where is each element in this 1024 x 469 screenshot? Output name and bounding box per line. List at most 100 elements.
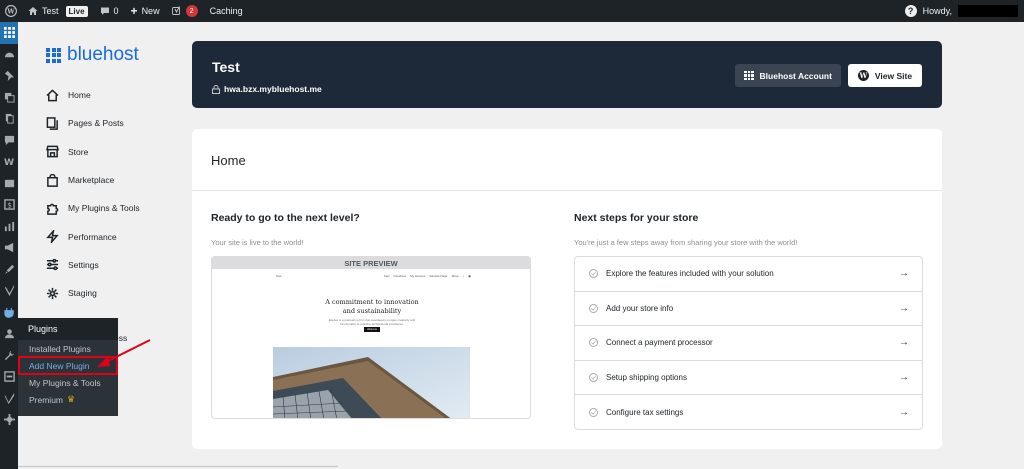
site-preview-label: SITE PREVIEW — [212, 257, 530, 269]
new-content-link[interactable]: + New — [125, 0, 166, 22]
store-icon — [46, 145, 59, 158]
payments-menu-item[interactable]: $ — [0, 194, 18, 216]
bluehost-menu-item[interactable] — [0, 22, 18, 44]
comments-link[interactable]: 0 — [94, 0, 125, 22]
dashboard-menu-item[interactable] — [0, 44, 18, 66]
help-icon[interactable]: ? — [904, 5, 917, 17]
page-title: Home — [211, 153, 246, 168]
media-menu-item[interactable] — [0, 87, 18, 109]
preview-nav-item: Sample Page — [429, 274, 448, 278]
comments-menu-item[interactable] — [0, 130, 18, 152]
flyout-installed-plugins[interactable]: Installed Plugins — [18, 340, 118, 357]
svg-text:$: $ — [7, 201, 12, 210]
nav-my-plugins-tools[interactable]: My Plugins & Tools — [46, 194, 140, 222]
woocommerce-menu-item[interactable]: W — [0, 151, 18, 173]
step-explore-features[interactable]: Explore the features included with your … — [575, 257, 922, 292]
step-label: Add your store info — [606, 303, 674, 313]
preview-nav-item: Checkout — [393, 274, 407, 278]
premium-label: Premium — [29, 394, 64, 405]
arrow-right-icon: → — [899, 372, 909, 384]
marketing-menu-item[interactable] — [0, 237, 18, 259]
next-level-title: Ready to go to the next level? — [211, 212, 360, 224]
posts-menu-item[interactable] — [0, 65, 18, 87]
arrow-right-icon: → — [899, 407, 909, 419]
view-site-label: View Site — [874, 70, 913, 81]
nav-label: Home — [68, 90, 91, 101]
comments-icon — [4, 135, 14, 145]
flyout-my-plugins-tools[interactable]: My Plugins & Tools — [18, 374, 118, 391]
yoast-count-badge: 2 — [185, 5, 198, 17]
appearance-menu-item[interactable] — [0, 259, 18, 281]
flyout-title[interactable]: Plugins — [18, 318, 118, 340]
step-add-store-info[interactable]: Add your store info → — [575, 292, 922, 327]
preview-about-button: About us — [364, 327, 380, 332]
preview-headline: A commitment to innovation and sustainab… — [212, 298, 530, 316]
payments-icon: $ — [3, 199, 15, 211]
caching-link[interactable]: Caching — [204, 0, 249, 22]
flyout-add-new-plugin[interactable]: Add New Plugin — [18, 356, 118, 375]
svg-text:W: W — [6, 7, 15, 15]
settings-icon — [3, 371, 15, 383]
extra-settings-menu-item[interactable] — [0, 409, 18, 431]
puzzle-icon — [47, 203, 59, 215]
next-level-subtitle: Your site is live to the world! — [211, 238, 304, 247]
bluehost-account-button[interactable]: Bluehost Account — [735, 64, 841, 87]
wordpress-logo-icon[interactable]: W — [0, 0, 22, 22]
step-configure-tax[interactable]: Configure tax settings → — [575, 395, 922, 430]
view-site-button[interactable]: W View Site — [848, 64, 922, 87]
bluehost-logo[interactable]: bluehost — [46, 44, 139, 66]
nav-pages-posts[interactable]: Pages & Posts — [46, 109, 140, 137]
arrow-right-icon: → — [899, 268, 909, 280]
preview-headline-line-2: and sustainability — [342, 307, 402, 315]
home-icon — [28, 7, 38, 15]
step-label: Explore the features included with your … — [606, 269, 774, 279]
staging-icon — [46, 287, 59, 299]
pin-icon — [4, 71, 14, 82]
step-setup-shipping[interactable]: Setup shipping options → — [575, 361, 922, 396]
yoast-link[interactable]: 2 — [166, 0, 204, 22]
tools-menu-item[interactable] — [0, 345, 18, 367]
products-menu-item[interactable] — [0, 173, 18, 195]
check-circle-icon — [589, 373, 598, 383]
plugins-menu-item[interactable] — [0, 302, 18, 324]
plugins-icon — [3, 307, 14, 318]
horizontal-scrollbar[interactable] — [18, 466, 338, 467]
pages-menu-item[interactable] — [0, 108, 18, 130]
nav-home[interactable]: Home — [46, 81, 140, 109]
step-label: Configure tax settings — [606, 408, 684, 418]
site-url[interactable]: hwa.bzx.mybluehost.me — [212, 84, 322, 94]
next-steps-title: Next steps for your store — [574, 212, 699, 224]
users-menu-item[interactable] — [0, 323, 18, 345]
preview-nav-item: My account — [410, 274, 426, 278]
site-url-text: hwa.bzx.mybluehost.me — [224, 84, 322, 94]
preview-nav-item: Shop — [451, 274, 459, 278]
arrow-right-icon: → — [899, 337, 909, 349]
nav-settings[interactable]: Settings — [46, 251, 140, 279]
site-name: Test — [42, 6, 59, 16]
step-connect-payment[interactable]: Connect a payment processor → — [575, 326, 922, 361]
analytics-menu-item[interactable] — [0, 216, 18, 238]
check-circle-icon — [589, 269, 598, 279]
yoast-menu-item[interactable] — [0, 280, 18, 302]
nav-label: Staging — [68, 288, 97, 299]
nav-marketplace[interactable]: Marketplace — [46, 166, 140, 194]
nav-store[interactable]: Store — [46, 138, 140, 166]
svg-text:W: W — [4, 157, 14, 167]
site-preview[interactable]: SITE PREVIEW Test Cart Checkout My accou… — [211, 256, 531, 419]
nav-staging[interactable]: Staging — [46, 279, 140, 307]
nav-performance[interactable]: Performance — [46, 222, 140, 250]
building-image — [273, 347, 470, 418]
bolt-icon — [46, 230, 59, 244]
woo-icon: W — [4, 157, 14, 167]
redacted-username — [958, 5, 1018, 17]
settings-menu-item[interactable] — [0, 366, 18, 388]
comments-count: 0 — [113, 6, 119, 16]
howdy-text[interactable]: Howdy, — [923, 6, 952, 16]
nav-label: Store — [68, 146, 89, 157]
nav-label: Marketplace — [68, 175, 115, 186]
yoast-seo-menu-item[interactable] — [0, 388, 18, 410]
site-header-card: Test hwa.bzx.mybluehost.me Bluehost Acco… — [192, 41, 942, 108]
site-name-link[interactable]: Test Live — [22, 0, 94, 22]
flyout-premium[interactable]: Premium ♛ — [18, 391, 118, 408]
grid-icon — [3, 27, 15, 39]
